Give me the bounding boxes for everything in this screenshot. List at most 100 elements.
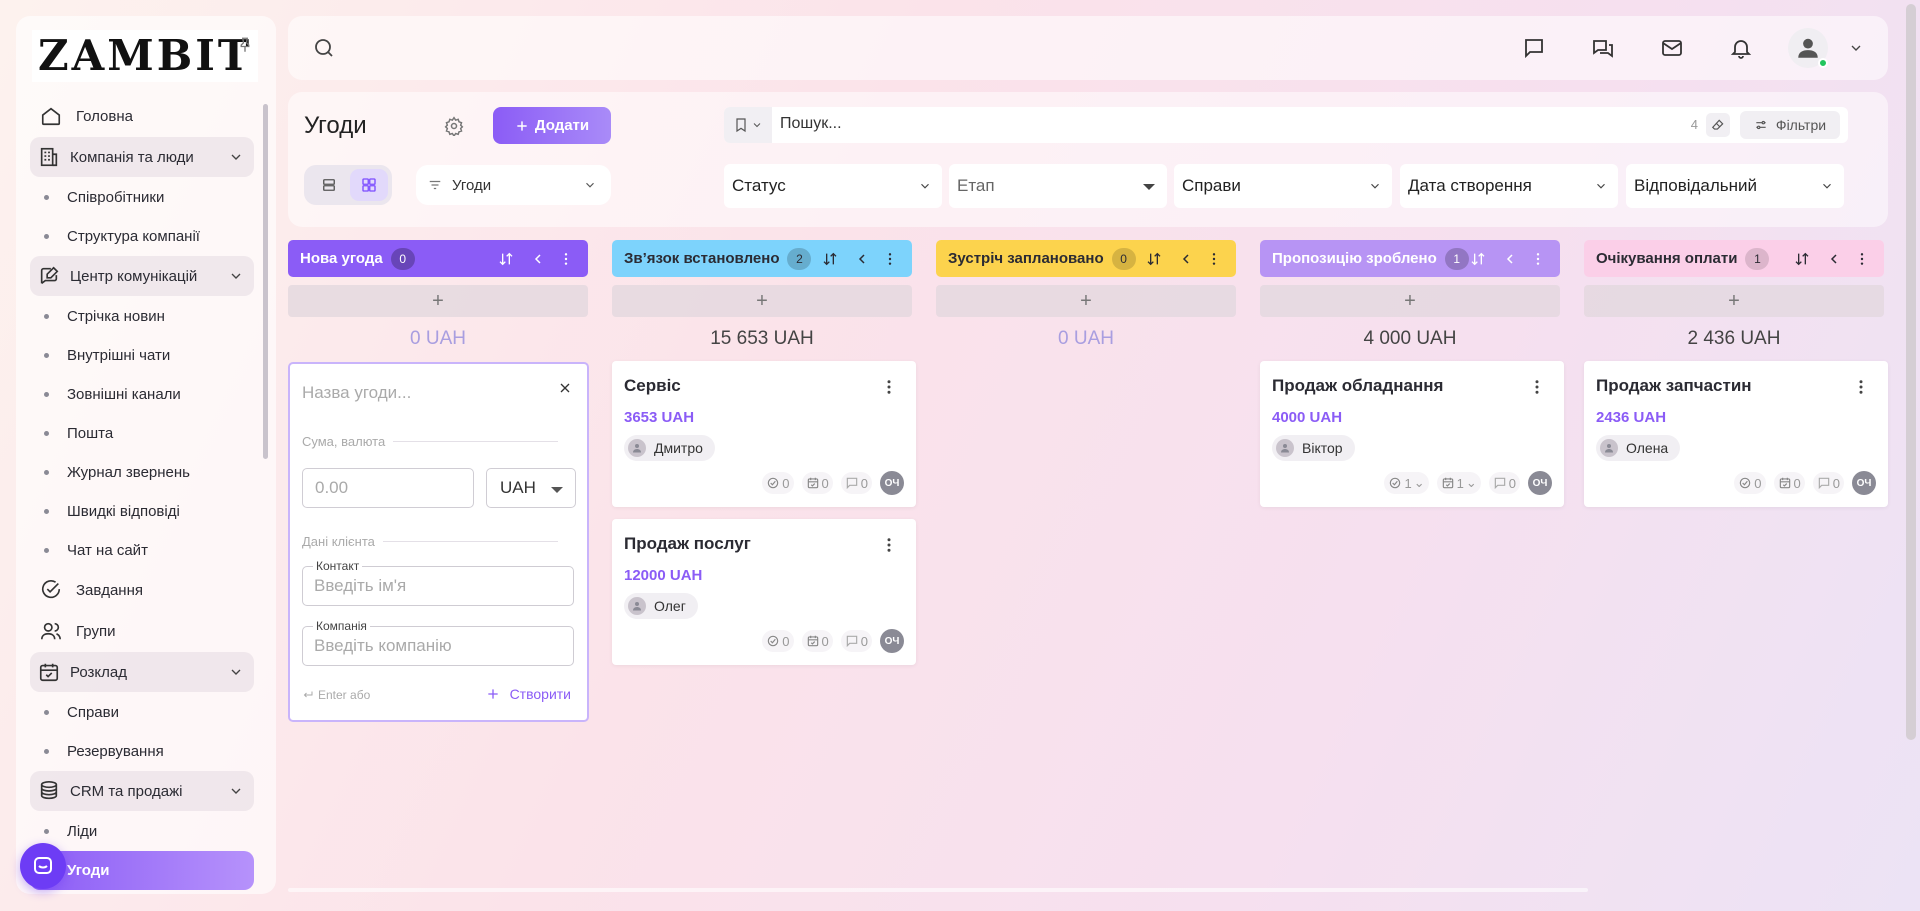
sidebar-group-schedule[interactable]: Розклад [30, 652, 254, 692]
more-vertical-icon[interactable] [1530, 251, 1546, 267]
comments-counter[interactable]: 0 [1812, 472, 1844, 494]
stage-filter[interactable]: Етап [949, 164, 1167, 208]
add-card-button[interactable]: + [288, 285, 588, 317]
currency-select[interactable]: UAH [486, 468, 576, 508]
events-counter[interactable]: 0 [801, 630, 833, 652]
chevron-left-icon[interactable] [1826, 251, 1842, 267]
sidebar-item-quick-replies[interactable]: Швидкі відповіді [30, 492, 254, 531]
sidebar-item-requests-log[interactable]: Журнал звернень [30, 453, 254, 492]
add-deal-button[interactable]: Додати [493, 107, 611, 144]
more-vertical-icon[interactable] [882, 251, 898, 267]
column-header[interactable]: Зустріч заплановано 0 [936, 240, 1236, 277]
sidebar-group-communications[interactable]: Центр комунікацій [30, 256, 254, 296]
affairs-filter[interactable]: Справи [1174, 164, 1392, 208]
more-vertical-icon[interactable] [1206, 251, 1222, 267]
deal-card[interactable]: Продаж послуг 12000 UAH Олег 0 0 0 ОЧ [612, 519, 916, 665]
bell-icon[interactable] [1729, 36, 1753, 60]
column-header[interactable]: Пропозицію зроблено 1 [1260, 240, 1560, 277]
chevron-down-icon[interactable] [1848, 40, 1864, 56]
amount-input[interactable]: 0.00 [302, 468, 474, 508]
more-vertical-icon[interactable] [558, 251, 574, 267]
sort-icon[interactable] [1146, 251, 1162, 267]
search-input[interactable]: Пошук... [780, 115, 842, 133]
owner-avatar[interactable]: ОЧ [880, 471, 904, 495]
create-deal-button[interactable]: Створити [486, 686, 571, 702]
sort-icon[interactable] [822, 251, 838, 267]
mail-icon[interactable] [1660, 36, 1684, 60]
kanban-view-button[interactable] [350, 169, 388, 201]
column-header[interactable]: Очікування оплати 1 [1584, 240, 1884, 277]
sidebar-item-groups[interactable]: Групи [30, 611, 254, 651]
deal-card[interactable]: Продаж обладнання 4000 UAH Віктор 1 ⌄ 1 ⌄ 0 ОЧ [1260, 361, 1564, 507]
created-date-filter[interactable]: Дата створення [1400, 164, 1618, 208]
chevron-down-icon[interactable] [228, 783, 244, 799]
chevron-down-icon[interactable] [228, 268, 244, 284]
owner-avatar[interactable]: ОЧ [880, 629, 904, 653]
logo[interactable]: ZAMBIT [32, 30, 259, 82]
chevron-left-icon[interactable] [1502, 251, 1518, 267]
events-counter[interactable]: 0 [1773, 472, 1805, 494]
tasks-counter[interactable]: 0 [762, 472, 794, 494]
chevron-left-icon[interactable] [530, 251, 546, 267]
add-card-button[interactable]: + [936, 285, 1236, 317]
column-header[interactable]: Нова угода 0 [288, 240, 588, 277]
more-vertical-icon[interactable] [880, 377, 898, 397]
sidebar-item-employees[interactable]: Співробітники [30, 178, 254, 217]
sidebar-item-external-channels[interactable]: Зовнішні канали [30, 375, 254, 414]
chevron-down-icon[interactable] [228, 664, 244, 680]
deal-card[interactable]: Сервіс 3653 UAH Дмитро 0 0 0 ОЧ [612, 361, 916, 507]
contact-chip[interactable]: Олег [624, 593, 698, 619]
sort-icon[interactable] [1794, 251, 1810, 267]
sort-icon[interactable] [1470, 251, 1486, 267]
tasks-counter[interactable]: 0 [762, 630, 794, 652]
events-counter[interactable]: 0 [801, 472, 833, 494]
more-vertical-icon[interactable] [880, 535, 898, 555]
responsible-filter[interactable]: Відповідальний [1626, 164, 1844, 208]
sidebar-item-news-feed[interactable]: Стрічка новин [30, 297, 254, 336]
chevron-left-icon[interactable] [1178, 251, 1194, 267]
sidebar-item-mail[interactable]: Пошта [30, 414, 254, 453]
support-chat-button[interactable] [20, 843, 66, 889]
events-counter[interactable]: 1 ⌄ [1436, 472, 1481, 494]
company-field[interactable]: Компанія Введіть компанію [302, 619, 574, 666]
sidebar-item-company-structure[interactable]: Структура компанії [30, 217, 254, 256]
sidebar-item-booking[interactable]: Резервування [30, 732, 254, 771]
contact-field[interactable]: Контакт Введіть ім'я [302, 559, 574, 606]
pin-icon[interactable] [236, 36, 254, 54]
deal-card[interactable]: Продаж запчастин 2436 UAH Олена 0 0 0 ОЧ [1584, 361, 1888, 507]
add-card-button[interactable]: + [612, 285, 912, 317]
filters-button[interactable]: Фільтри [1740, 111, 1840, 139]
sidebar-item-leads[interactable]: Ліди [30, 812, 254, 851]
comments-counter[interactable]: 0 [840, 630, 872, 652]
sidebar-item-tasks[interactable]: Завдання [30, 570, 254, 610]
owner-avatar[interactable]: ОЧ [1528, 471, 1552, 495]
add-card-button[interactable]: + [1260, 285, 1560, 317]
entity-select[interactable]: Угоди [416, 165, 611, 205]
contact-chip[interactable]: Віктор [1272, 435, 1355, 461]
message-icon[interactable] [1522, 36, 1546, 60]
board-horizontal-scrollbar[interactable] [288, 888, 1588, 892]
comments-counter[interactable]: 0 [1488, 472, 1520, 494]
chevron-down-icon[interactable] [228, 149, 244, 165]
more-vertical-icon[interactable] [1528, 377, 1546, 397]
saved-filters-button[interactable] [724, 107, 772, 143]
clear-search-button[interactable] [1706, 113, 1730, 137]
more-vertical-icon[interactable] [1852, 377, 1870, 397]
sidebar-group-company[interactable]: Компанія та люди [30, 137, 254, 177]
more-vertical-icon[interactable] [1854, 251, 1870, 267]
sidebar-item-home[interactable]: Головна [30, 96, 254, 136]
sidebar-scrollbar[interactable] [263, 104, 268, 459]
owner-avatar[interactable]: ОЧ [1852, 471, 1876, 495]
sidebar-item-affairs[interactable]: Справи [30, 693, 254, 732]
status-filter[interactable]: Статус [724, 164, 942, 208]
comments-counter[interactable]: 0 [840, 472, 872, 494]
tasks-counter[interactable]: 0 [1734, 472, 1766, 494]
chats-icon[interactable] [1591, 36, 1615, 60]
gear-icon[interactable] [444, 116, 464, 136]
search-icon[interactable] [312, 36, 336, 60]
sidebar-item-internal-chats[interactable]: Внутрішні чати [30, 336, 254, 375]
sidebar-item-site-chat[interactable]: Чат на сайт [30, 531, 254, 570]
deal-name-input[interactable]: Назва угоди... [302, 383, 411, 403]
column-header[interactable]: Зв’язок встановлено 2 [612, 240, 912, 277]
list-view-button[interactable] [310, 169, 348, 201]
